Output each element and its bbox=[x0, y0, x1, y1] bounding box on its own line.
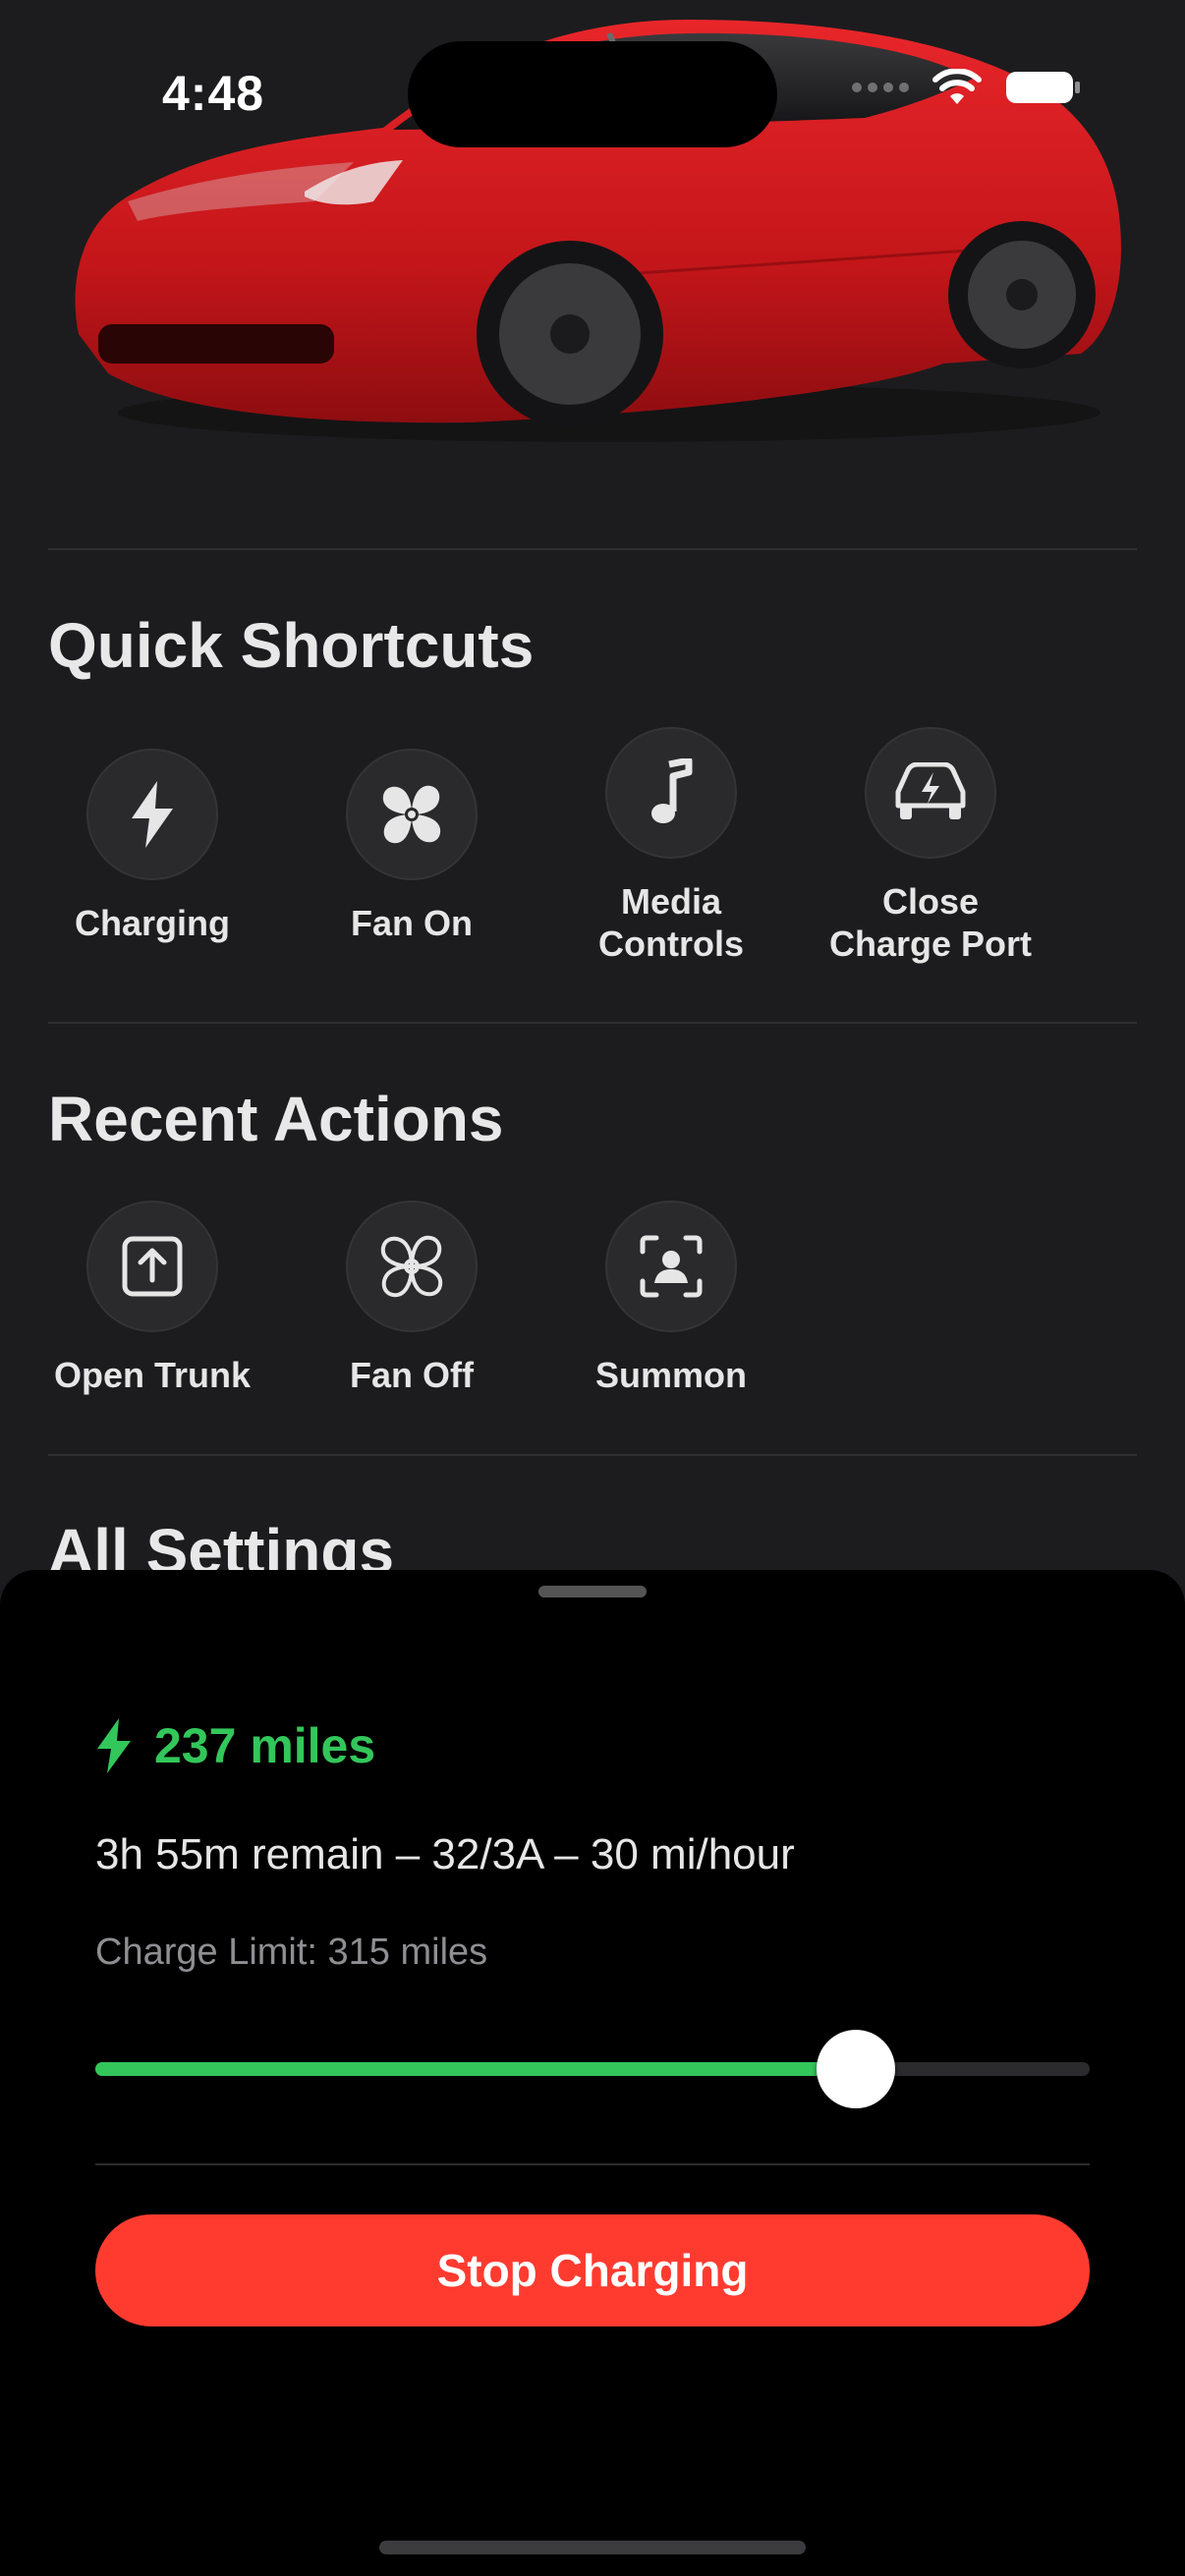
wifi-icon bbox=[932, 69, 982, 104]
signal-dots-icon bbox=[852, 83, 909, 92]
shortcut-label: Charging bbox=[75, 903, 230, 943]
range-value: 237 miles bbox=[154, 1718, 376, 1773]
fan-outline-icon bbox=[380, 1235, 443, 1298]
recent-fan-off[interactable]: Fan Off bbox=[282, 1201, 541, 1396]
shortcut-label: Media Controls bbox=[598, 881, 744, 964]
status-time: 4:48 bbox=[162, 66, 265, 121]
slider-fill bbox=[95, 2062, 857, 2076]
slider-thumb[interactable] bbox=[817, 2030, 896, 2108]
music-note-icon bbox=[651, 758, 693, 823]
fan-on-button[interactable] bbox=[346, 749, 478, 880]
shortcut-close-charge-port[interactable]: Close Charge Port bbox=[801, 727, 1060, 965]
charging-button[interactable] bbox=[86, 749, 218, 880]
bolt-icon bbox=[97, 1718, 131, 1773]
divider bbox=[95, 2163, 1090, 2165]
range-row: 237 miles bbox=[95, 1717, 375, 1774]
charge-limit-slider[interactable] bbox=[95, 2030, 1090, 2108]
recent-open-trunk[interactable]: Open Trunk bbox=[23, 1201, 282, 1396]
fan-filled-icon bbox=[382, 785, 441, 844]
charge-limit-label: Charge Limit: 315 miles bbox=[95, 1932, 488, 1973]
media-controls-button[interactable] bbox=[605, 727, 737, 859]
recent-actions-title: Recent Actions bbox=[48, 1084, 504, 1154]
upload-box-icon bbox=[122, 1236, 183, 1297]
stop-charging-button[interactable]: Stop Charging bbox=[95, 2214, 1090, 2326]
divider bbox=[48, 1022, 1137, 1024]
shortcut-charging[interactable]: Charging bbox=[23, 749, 282, 944]
car-charge-icon bbox=[895, 762, 966, 819]
divider bbox=[48, 1454, 1137, 1456]
battery-icon bbox=[1006, 72, 1080, 103]
status-icons bbox=[852, 69, 1082, 106]
bolt-icon bbox=[132, 781, 173, 848]
shortcut-media-controls[interactable]: Media Controls bbox=[541, 727, 801, 965]
summon-icon bbox=[640, 1235, 703, 1298]
recent-label: Open Trunk bbox=[53, 1355, 252, 1395]
summon-button[interactable] bbox=[605, 1201, 737, 1332]
fan-off-button[interactable] bbox=[346, 1201, 478, 1332]
close-charge-port-button[interactable] bbox=[865, 727, 996, 859]
home-indicator bbox=[379, 2541, 806, 2554]
shortcut-fan-on[interactable]: Fan On bbox=[282, 749, 541, 944]
charging-sheet: 237 miles 3h 55m remain – 32/3A – 30 mi/… bbox=[0, 1570, 1185, 2576]
shortcut-label: Close Charge Port bbox=[828, 881, 1033, 964]
shortcut-label: Fan On bbox=[351, 903, 473, 943]
recent-label: Summon bbox=[594, 1355, 747, 1395]
divider bbox=[48, 548, 1137, 550]
charge-status-text: 3h 55m remain – 32/3A – 30 mi/hour bbox=[95, 1830, 795, 1878]
dynamic-island bbox=[408, 41, 777, 147]
sheet-grabber[interactable] bbox=[538, 1586, 647, 1597]
open-trunk-button[interactable] bbox=[86, 1201, 218, 1332]
quick-shortcuts-title: Quick Shortcuts bbox=[48, 610, 535, 681]
recent-label: Fan Off bbox=[350, 1355, 474, 1395]
recent-summon[interactable]: Summon bbox=[541, 1201, 801, 1396]
